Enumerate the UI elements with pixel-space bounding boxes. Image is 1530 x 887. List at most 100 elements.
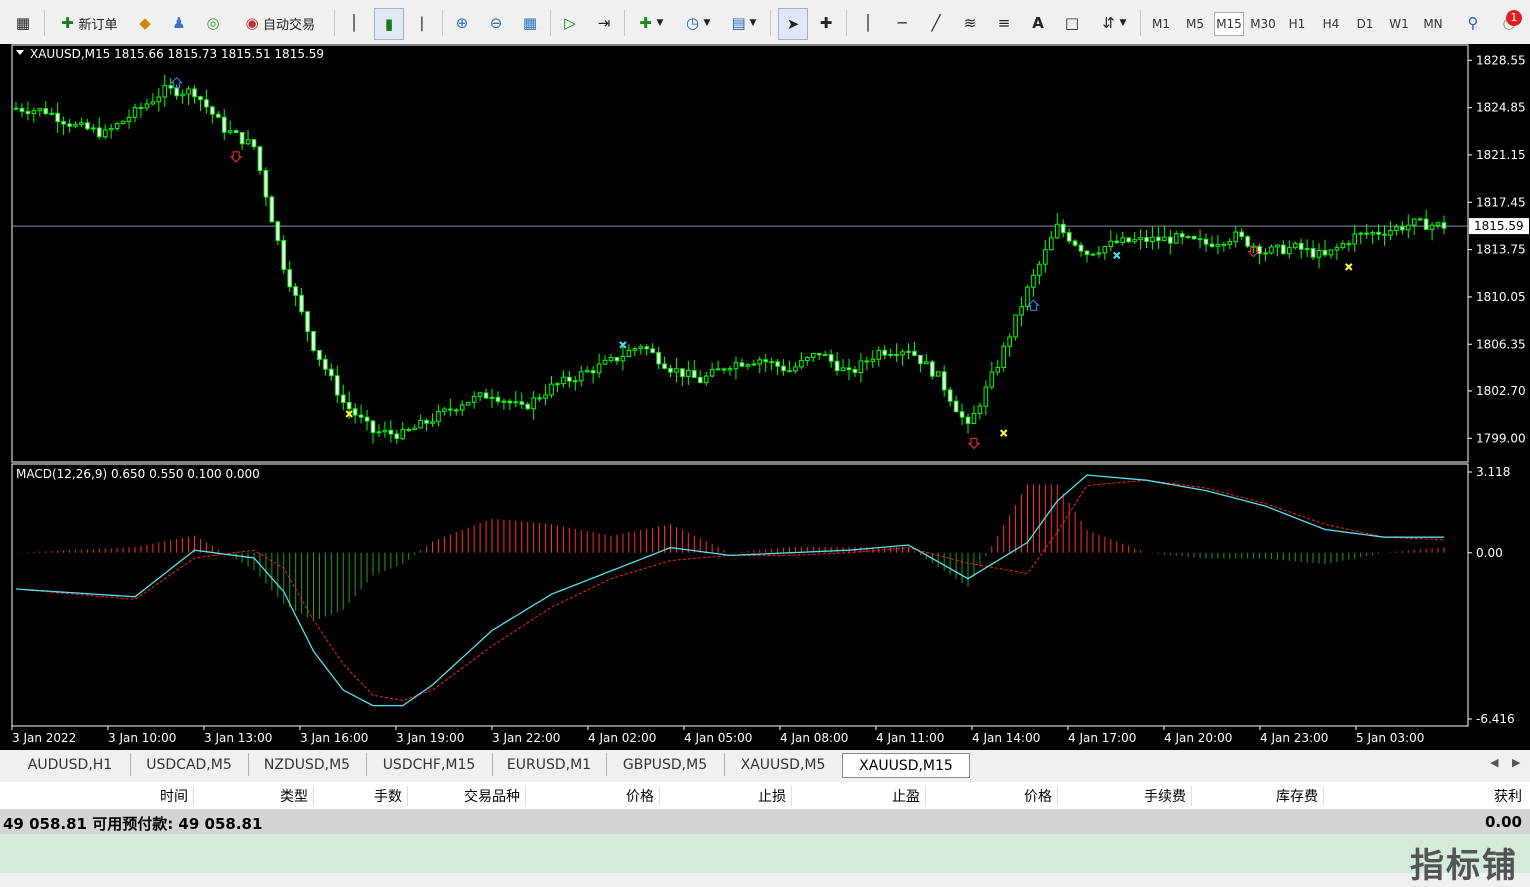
line-chart-button[interactable]: ∣ [408, 8, 436, 38]
macd-signal-line [15, 479, 1445, 702]
indicators-button[interactable]: ✚ ▼ [630, 8, 668, 38]
toolbar-separator [550, 10, 551, 36]
cursor-button[interactable]: ➤ [778, 8, 808, 40]
candle-body [430, 421, 435, 424]
crosshair-button[interactable]: ✚ [812, 8, 840, 38]
terminal-column-header[interactable]: 价格 [1024, 786, 1052, 806]
candle-body [918, 354, 923, 365]
terminal-column-header[interactable]: 时间 [160, 786, 188, 806]
terminal-column-header[interactable]: 手数 [374, 786, 402, 806]
equidistant-channel-button[interactable]: ≋ [956, 8, 984, 38]
vertical-line-button[interactable]: │ [854, 8, 882, 38]
bar-chart-button[interactable]: │ [340, 8, 368, 38]
chart-tab[interactable]: GBPUSD,M5 [606, 753, 725, 776]
zoom-in-button[interactable]: ⊕ [448, 8, 476, 38]
candle-body [216, 113, 221, 118]
tab-scroll-left-icon[interactable]: ◀ [1490, 756, 1498, 769]
candle-body [751, 363, 757, 366]
periods-button[interactable]: ◷ ▼ [676, 8, 716, 38]
search-button[interactable]: ⚲ [1460, 8, 1486, 38]
chart-tab[interactable]: XAUUSD,M15 [842, 753, 970, 778]
candle-body [555, 383, 560, 386]
terminal-column-header[interactable]: 止损 [758, 786, 786, 806]
chart-tab[interactable]: USDCAD,M5 [130, 753, 249, 776]
candle-body [632, 348, 638, 351]
terminal-column-header[interactable]: 获利 [1494, 786, 1522, 806]
chart-window[interactable]: 1828.55 1824.85 1821.15 1817.45 1813.75 1810.… [0, 44, 1530, 750]
candle-body [436, 411, 441, 423]
time-axis-label: 4 Jan 17:00 [1068, 731, 1136, 745]
terminal-column-header[interactable]: 止盈 [892, 786, 920, 806]
timeframe-m5-button[interactable]: M5 [1180, 12, 1210, 36]
candle-body [876, 349, 882, 360]
tab-scroll-right-icon[interactable]: ▶ [1512, 756, 1520, 769]
candle-body [1334, 247, 1340, 251]
timeframe-h4-button[interactable]: H4 [1316, 12, 1346, 36]
candle-body [858, 360, 864, 373]
candlestick-button[interactable]: ▮ [374, 8, 404, 40]
candle-body [602, 359, 608, 365]
candle-body [317, 349, 322, 360]
timeframe-m1-button[interactable]: M1 [1146, 12, 1176, 36]
terminal-column-header[interactable]: 手续费 [1144, 786, 1186, 806]
chart-tab[interactable]: NZDUSD,M5 [248, 753, 367, 776]
navigator-button[interactable]: ♟ [166, 8, 192, 38]
collapse-triangle-icon[interactable] [16, 50, 24, 55]
timeframe-w1-button[interactable]: W1 [1384, 12, 1414, 36]
candle-body [924, 361, 929, 365]
candle-body [1406, 224, 1411, 231]
chart-tab[interactable]: XAUUSD,M5 [724, 753, 843, 776]
notifications-button[interactable]: ○ 1 [1494, 8, 1524, 38]
candle-body [596, 363, 602, 374]
trendline-icon: ╱ [931, 14, 941, 32]
candle-body [1292, 242, 1298, 249]
chart-tab[interactable]: AUDUSD,H1 [10, 753, 131, 776]
timeframe-h1-button[interactable]: H1 [1282, 12, 1312, 36]
candle-body [852, 369, 858, 373]
text-button[interactable]: A [1024, 8, 1052, 38]
zoom-out-button[interactable]: ⊖ [482, 8, 510, 38]
candle-body [1191, 235, 1197, 240]
candle-body [1411, 218, 1417, 226]
chart-tab[interactable]: USDCHF,M15 [366, 753, 493, 776]
candle-body [1287, 247, 1292, 255]
fibonacci-button[interactable]: ≡ [990, 8, 1018, 38]
strategy-tester-button[interactable]: ◎ [200, 8, 226, 38]
horizontal-line-button[interactable]: ─ [888, 8, 916, 38]
candle-body [1233, 231, 1239, 243]
timeframe-m15-button[interactable]: M15 [1214, 12, 1244, 36]
terminal-column-header[interactable]: 价格 [626, 786, 654, 806]
timeframe-m30-button[interactable]: M30 [1248, 12, 1278, 36]
time-axis-label: 3 Jan 10:00 [108, 731, 176, 745]
chart-shift-button[interactable]: ⇥ [590, 8, 618, 38]
candle-body [1197, 238, 1203, 241]
tile-windows-button[interactable]: ▦ [516, 8, 544, 38]
chart-canvas[interactable]: 1828.55 1824.85 1821.15 1817.45 1813.75 1810.… [0, 44, 1530, 750]
candle-body [650, 348, 655, 353]
time-axis-label: 4 Jan 14:00 [972, 731, 1040, 745]
templates-button[interactable]: ▤ ▼ [722, 8, 762, 38]
auto-trading-button[interactable]: ◉ 自动交易 [232, 8, 324, 38]
timeframe-mn-button[interactable]: MN [1418, 12, 1448, 36]
market-watch-button[interactable]: ◆ [132, 8, 158, 38]
macd-axis-label: -6.416 [1476, 712, 1515, 726]
terminal-column-header[interactable]: 库存费 [1276, 786, 1318, 806]
terminal-column-header[interactable]: 类型 [280, 786, 308, 806]
timeframe-d1-button[interactable]: D1 [1350, 12, 1380, 36]
auto-scroll-button[interactable]: ▷ [556, 8, 584, 38]
candle-body [1417, 218, 1423, 221]
candle-body [1090, 253, 1096, 256]
new-chart-button[interactable]: ▦ [8, 8, 38, 38]
diamond-icon: ◆ [139, 14, 151, 32]
chart-tab[interactable]: EURUSD,M1 [492, 753, 607, 776]
candle-body [424, 420, 429, 424]
terminal-column-header[interactable]: 交易品种 [464, 786, 520, 806]
candle-body [495, 396, 501, 402]
candle-body [638, 346, 644, 350]
new-order-button[interactable]: ✚ 新订单 [50, 8, 124, 38]
price-axis-label: 1802.70 [1476, 384, 1526, 398]
arrows-button[interactable]: ⇵ ▼ [1092, 8, 1132, 38]
text-label-button[interactable]: □ [1058, 8, 1086, 38]
trendline-button[interactable]: ╱ [922, 8, 950, 38]
price-axis-label: 1817.45 [1476, 195, 1526, 209]
